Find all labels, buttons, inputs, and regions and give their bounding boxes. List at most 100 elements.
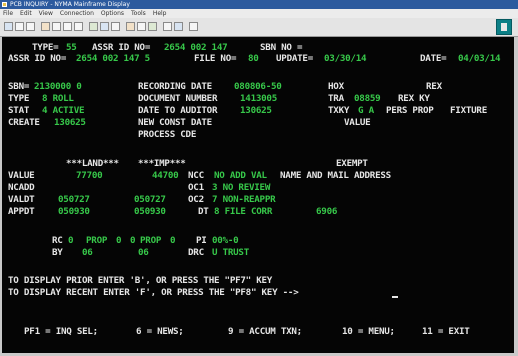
type-label: TYPE xyxy=(8,93,30,104)
fkey-accum-txn[interactable]: 9 = ACCUM TXN; xyxy=(228,326,302,337)
ncadd-label: NCADD xyxy=(8,182,35,193)
drc-value: U TRUST xyxy=(212,247,249,258)
transfer-icon[interactable] xyxy=(174,22,183,31)
stat-label: STAT xyxy=(8,105,30,116)
pers-prop-label: PERS PROP xyxy=(386,105,434,116)
rex-ky-label: REX KY xyxy=(398,93,430,104)
ncc-value: NO ADD VAL xyxy=(214,170,267,181)
header-date-value: 04/03/14 xyxy=(458,53,501,64)
tra-label: TRA xyxy=(328,93,344,104)
menu-bar: File Edit View Connection Options Tools Help xyxy=(0,9,518,18)
copy-icon[interactable] xyxy=(63,22,72,31)
txky-label: TXKY xyxy=(328,105,350,116)
prop-value-1: 0 xyxy=(116,235,122,246)
save-icon[interactable] xyxy=(26,22,35,31)
fkey-news[interactable]: 6 = NEWS; xyxy=(136,326,184,337)
dt-code-value: 6906 xyxy=(316,206,338,217)
by-value-2: 06 xyxy=(138,247,149,258)
drc-label: DRC xyxy=(188,247,204,258)
by-label: BY xyxy=(52,247,63,258)
app-icon xyxy=(2,2,7,7)
ncc-label: NCC xyxy=(188,170,204,181)
sbn-label: SBN= xyxy=(8,81,30,92)
header-assr-id2-label: ASSR ID NO= xyxy=(8,53,67,64)
date-to-auditor-value: 130625 xyxy=(240,105,272,116)
date-to-auditor-label: DATE TO AUDITOR xyxy=(138,105,218,116)
document-number-label: DOCUMENT NUMBER xyxy=(138,93,218,104)
disconnect-icon[interactable] xyxy=(100,22,109,31)
prop2-prefix: 0 xyxy=(130,235,136,246)
imp-value: 44700 xyxy=(152,170,179,181)
macro-icon[interactable] xyxy=(126,22,135,31)
header-assr-id-value: 2654 002 147 xyxy=(164,42,228,53)
menu-edit[interactable]: Edit xyxy=(17,9,36,18)
header-type-label: TYPE= xyxy=(32,42,59,53)
value-header-label: VALUE xyxy=(344,117,371,128)
header-file-no-value: 80 xyxy=(248,53,259,64)
menu-view[interactable]: View xyxy=(36,9,57,18)
terminal-screen[interactable]: TYPE= 55 ASSR ID NO= 2654 002 147 SBN NO… xyxy=(2,37,514,353)
create-value: 130625 xyxy=(54,117,86,128)
help-icon[interactable] xyxy=(189,22,198,31)
prop-value-2: 0 xyxy=(170,235,176,246)
rex-label: REX xyxy=(426,81,442,92)
fkey-exit[interactable]: 11 = EXIT xyxy=(422,326,470,337)
appdt-imp-value: 050930 xyxy=(134,206,166,217)
type-value: 8 ROLL xyxy=(42,93,74,104)
imp-header: ***IMP*** xyxy=(138,158,186,169)
new-const-date-label: NEW CONST DATE xyxy=(138,117,212,128)
exempt-label: EXEMPT xyxy=(336,158,368,169)
land-value: 77700 xyxy=(76,170,103,181)
rc-label: RC xyxy=(52,235,63,246)
connect-icon[interactable] xyxy=(89,22,98,31)
instruction-recent: TO DISPLAY RECENT ENTER 'F', OR PRESS TH… xyxy=(8,287,299,298)
name-address-label: NAME AND MAIL ADDRESS xyxy=(280,170,391,181)
record-icon[interactable] xyxy=(137,22,146,31)
terminal-cursor xyxy=(392,296,398,298)
rc-value: 0 xyxy=(68,235,74,246)
settings-icon[interactable] xyxy=(163,22,172,31)
create-label: CREATE xyxy=(8,117,40,128)
appdt-label: APPDT xyxy=(8,206,35,217)
fixture-label: FIXTURE xyxy=(450,105,487,116)
cut-icon[interactable] xyxy=(52,22,61,31)
instruction-prior: TO DISPLAY PRIOR ENTER 'B', OR PRESS THE… xyxy=(8,275,273,286)
toolbar xyxy=(0,18,518,37)
send-icon[interactable] xyxy=(111,22,120,31)
menu-options[interactable]: Options xyxy=(98,9,128,18)
txky-value: G A xyxy=(358,105,374,116)
print-icon[interactable] xyxy=(41,22,50,31)
menu-tools[interactable]: Tools xyxy=(128,9,150,18)
prop-label-2: PROP xyxy=(140,235,162,246)
oc1-label: OC1 xyxy=(188,182,204,193)
new-session-icon[interactable] xyxy=(4,22,13,31)
valdt-imp-value: 050727 xyxy=(134,194,166,205)
fkey-inq-sel[interactable]: PF1 = INQ SEL; xyxy=(24,326,98,337)
oc2-value: 7 NON-REAPPR xyxy=(212,194,276,205)
header-sbn-label: SBN NO = xyxy=(260,42,303,53)
window-title: PCB INQUIRY - NYMA Mainframe Display xyxy=(10,1,130,8)
fkey-menu[interactable]: 10 = MENU; xyxy=(342,326,395,337)
land-header: ***LAND*** xyxy=(66,158,119,169)
keyboard-icon[interactable] xyxy=(148,22,157,31)
oc1-value: 3 NO REVIEW xyxy=(212,182,271,193)
header-file-no-label: FILE NO= xyxy=(194,53,237,64)
header-type-value: 55 xyxy=(66,42,77,53)
value-label: VALUE xyxy=(8,170,35,181)
header-update-value: 03/30/14 xyxy=(324,53,367,64)
tra-value: 08859 xyxy=(354,93,381,104)
menu-help[interactable]: Help xyxy=(150,9,171,18)
menu-file[interactable]: File xyxy=(0,9,17,18)
recording-date-value: 080806-50 xyxy=(234,81,282,92)
process-cde-label: PROCESS CDE xyxy=(138,129,197,140)
open-icon[interactable] xyxy=(15,22,24,31)
window-title-bar: PCB INQUIRY - NYMA Mainframe Display xyxy=(0,0,518,9)
paste-icon[interactable] xyxy=(74,22,83,31)
dt-value: 8 FILE CORR xyxy=(214,206,273,217)
header-assr-id-label: ASSR ID NO= xyxy=(92,42,151,53)
oc2-label: OC2 xyxy=(188,194,204,205)
by-value-1: 06 xyxy=(82,247,93,258)
sbn-value: 2130000 0 xyxy=(34,81,82,92)
menu-connection[interactable]: Connection xyxy=(57,9,98,18)
recording-date-label: RECORDING DATE xyxy=(138,81,212,92)
